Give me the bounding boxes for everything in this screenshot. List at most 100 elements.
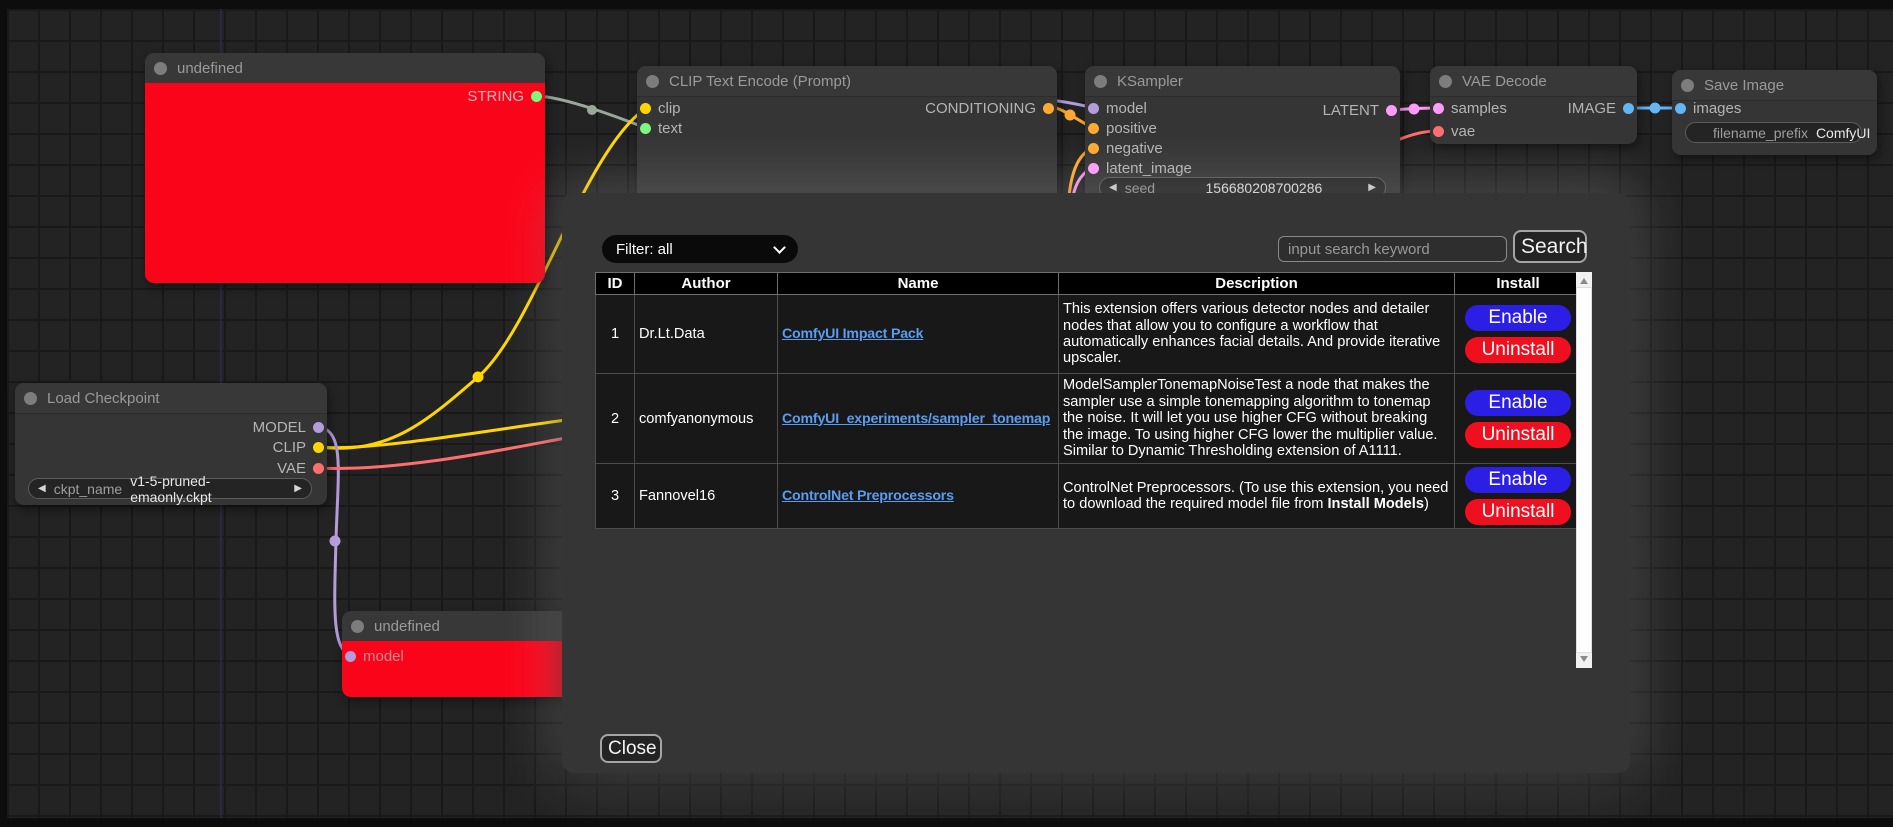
filter-select[interactable]: Filter: all bbox=[602, 235, 798, 263]
uninstall-button[interactable]: Uninstall bbox=[1465, 499, 1571, 525]
output-label: VAE bbox=[277, 460, 306, 477]
samples-slot-icon[interactable] bbox=[1433, 103, 1444, 114]
next-arrow-icon[interactable]: ▶ bbox=[294, 483, 302, 494]
prev-arrow-icon[interactable]: ◀ bbox=[38, 483, 46, 494]
chevron-down-icon bbox=[773, 241, 786, 254]
search-button[interactable]: Search bbox=[1513, 230, 1587, 263]
latent-slot-icon[interactable] bbox=[1088, 163, 1099, 174]
enable-button[interactable]: Enable bbox=[1465, 467, 1571, 493]
output-label: STRING bbox=[467, 88, 524, 105]
node-undefined-top[interactable]: undefined STRING bbox=[145, 53, 545, 283]
node-error-body bbox=[145, 83, 545, 283]
cell-description: This extension offers various detector n… bbox=[1059, 295, 1455, 374]
scroll-up-icon[interactable] bbox=[1580, 278, 1588, 284]
extension-link[interactable]: ComfyUI Impact Pack bbox=[782, 326, 923, 342]
input-slot-positive[interactable]: positive bbox=[1085, 118, 1157, 138]
output-slot-image[interactable]: IMAGE bbox=[1568, 98, 1637, 118]
input-slot-model[interactable]: model bbox=[1085, 98, 1147, 118]
node-title: VAE Decode bbox=[1462, 73, 1547, 90]
node-save-image[interactable]: Save Image images filename_prefix ComfyU… bbox=[1672, 70, 1877, 155]
input-slot-images[interactable]: images bbox=[1672, 98, 1741, 118]
node-clip-text-encode-header[interactable]: CLIP Text Encode (Prompt) bbox=[637, 66, 1057, 97]
positive-slot-icon[interactable] bbox=[1088, 123, 1099, 134]
clip-out-slot-icon[interactable] bbox=[313, 442, 324, 453]
node-status-dot bbox=[154, 62, 167, 75]
filename-prefix-widget[interactable]: filename_prefix ComfyUI bbox=[1685, 122, 1862, 143]
input-label: samples bbox=[1451, 100, 1507, 117]
input-label: text bbox=[658, 120, 682, 137]
table-row: 3 Fannovel16 ControlNet Preprocessors Co… bbox=[596, 464, 1582, 529]
node-status-dot bbox=[24, 392, 37, 405]
scroll-down-icon[interactable] bbox=[1580, 656, 1588, 662]
uninstall-button[interactable]: Uninstall bbox=[1465, 337, 1571, 363]
node-title: Save Image bbox=[1704, 77, 1784, 94]
link-dot-image bbox=[1650, 103, 1661, 114]
output-slot-string[interactable]: STRING bbox=[467, 86, 545, 106]
widget-name: ckpt_name bbox=[54, 481, 122, 497]
node-status-dot bbox=[351, 620, 364, 633]
output-slot-latent[interactable]: LATENT bbox=[1323, 100, 1400, 120]
vae-out-slot-icon[interactable] bbox=[313, 463, 324, 474]
image-slot-icon[interactable] bbox=[1623, 103, 1634, 114]
link-dot-model bbox=[330, 536, 341, 547]
node-load-checkpoint[interactable]: Load Checkpoint MODEL CLIP VAE ◀ ckpt_na… bbox=[15, 383, 327, 505]
table-scrollbar[interactable] bbox=[1576, 272, 1592, 668]
ckpt-name-widget[interactable]: ◀ ckpt_name v1-5-pruned-emaonly.ckpt ▶ bbox=[28, 478, 312, 499]
output-slot-model[interactable]: MODEL bbox=[253, 417, 327, 437]
node-undefined-top-header[interactable]: undefined bbox=[145, 53, 545, 84]
node-vae-decode-header[interactable]: VAE Decode bbox=[1430, 66, 1637, 97]
input-slot-negative[interactable]: negative bbox=[1085, 138, 1163, 158]
extensions-table-container: ID Author Name Description Install 1 Dr.… bbox=[595, 272, 1592, 668]
increment-arrow-icon[interactable]: ▶ bbox=[1368, 182, 1376, 193]
extensions-table: ID Author Name Description Install 1 Dr.… bbox=[595, 272, 1582, 529]
clip-slot-icon[interactable] bbox=[640, 103, 651, 114]
node-ksampler-header[interactable]: KSampler bbox=[1085, 66, 1400, 97]
input-label: images bbox=[1693, 100, 1741, 117]
model-slot-icon[interactable] bbox=[1088, 103, 1099, 114]
output-label: CONDITIONING bbox=[925, 100, 1036, 117]
node-save-image-header[interactable]: Save Image bbox=[1672, 70, 1877, 101]
output-label: CLIP bbox=[273, 439, 306, 456]
output-slot-conditioning[interactable]: CONDITIONING bbox=[925, 98, 1057, 118]
widget-name: filename_prefix bbox=[1713, 125, 1808, 141]
custom-nodes-manager-dialog: Filter: all Search ID Author Name Descri… bbox=[562, 193, 1630, 773]
conditioning-slot-icon[interactable] bbox=[1043, 103, 1054, 114]
table-row: 2 comfyanonymous ComfyUI_experiments/sam… bbox=[596, 374, 1582, 464]
latent-out-slot-icon[interactable] bbox=[1386, 105, 1397, 116]
cell-id: 1 bbox=[596, 295, 635, 374]
node-vae-decode[interactable]: VAE Decode samples vae IMAGE bbox=[1430, 66, 1637, 144]
extension-link[interactable]: ComfyUI_experiments/sampler_tonemap bbox=[782, 411, 1050, 427]
close-button[interactable]: Close bbox=[600, 734, 662, 763]
uninstall-button[interactable]: Uninstall bbox=[1465, 422, 1571, 448]
input-slot-samples[interactable]: samples bbox=[1430, 98, 1507, 118]
wire-vae-right bbox=[318, 438, 566, 468]
input-slot-clip[interactable]: clip bbox=[637, 98, 681, 118]
decrement-arrow-icon[interactable]: ◀ bbox=[1109, 182, 1117, 193]
string-slot-icon[interactable] bbox=[531, 91, 542, 102]
header-author: Author bbox=[635, 273, 778, 295]
input-label: positive bbox=[1106, 120, 1157, 137]
node-title: undefined bbox=[177, 60, 243, 77]
input-slot-text[interactable]: text bbox=[637, 118, 682, 138]
extension-link[interactable]: ControlNet Preprocessors bbox=[782, 488, 954, 504]
input-slot-vae[interactable]: vae bbox=[1430, 121, 1475, 141]
header-id: ID bbox=[596, 273, 635, 295]
input-label: latent_image bbox=[1106, 160, 1192, 177]
input-slot-latent-image[interactable]: latent_image bbox=[1085, 158, 1192, 178]
node-load-checkpoint-header[interactable]: Load Checkpoint bbox=[15, 383, 327, 414]
vae-slot-icon[interactable] bbox=[1433, 126, 1444, 137]
output-slot-vae[interactable]: VAE bbox=[277, 458, 327, 478]
images-slot-icon[interactable] bbox=[1675, 103, 1686, 114]
node-title: CLIP Text Encode (Prompt) bbox=[669, 73, 851, 90]
output-slot-clip[interactable]: CLIP bbox=[273, 437, 327, 457]
cell-description: ControlNet Preprocessors. (To use this e… bbox=[1059, 464, 1455, 529]
model-out-slot-icon[interactable] bbox=[313, 422, 324, 433]
scrollbar-thumb[interactable] bbox=[1576, 287, 1592, 653]
model-slot-icon[interactable] bbox=[345, 651, 356, 662]
enable-button[interactable]: Enable bbox=[1465, 305, 1571, 331]
enable-button[interactable]: Enable bbox=[1465, 390, 1571, 416]
search-input[interactable] bbox=[1278, 236, 1507, 262]
negative-slot-icon[interactable] bbox=[1088, 143, 1099, 154]
text-slot-icon[interactable] bbox=[640, 123, 651, 134]
input-slot-model[interactable]: model bbox=[342, 646, 404, 666]
